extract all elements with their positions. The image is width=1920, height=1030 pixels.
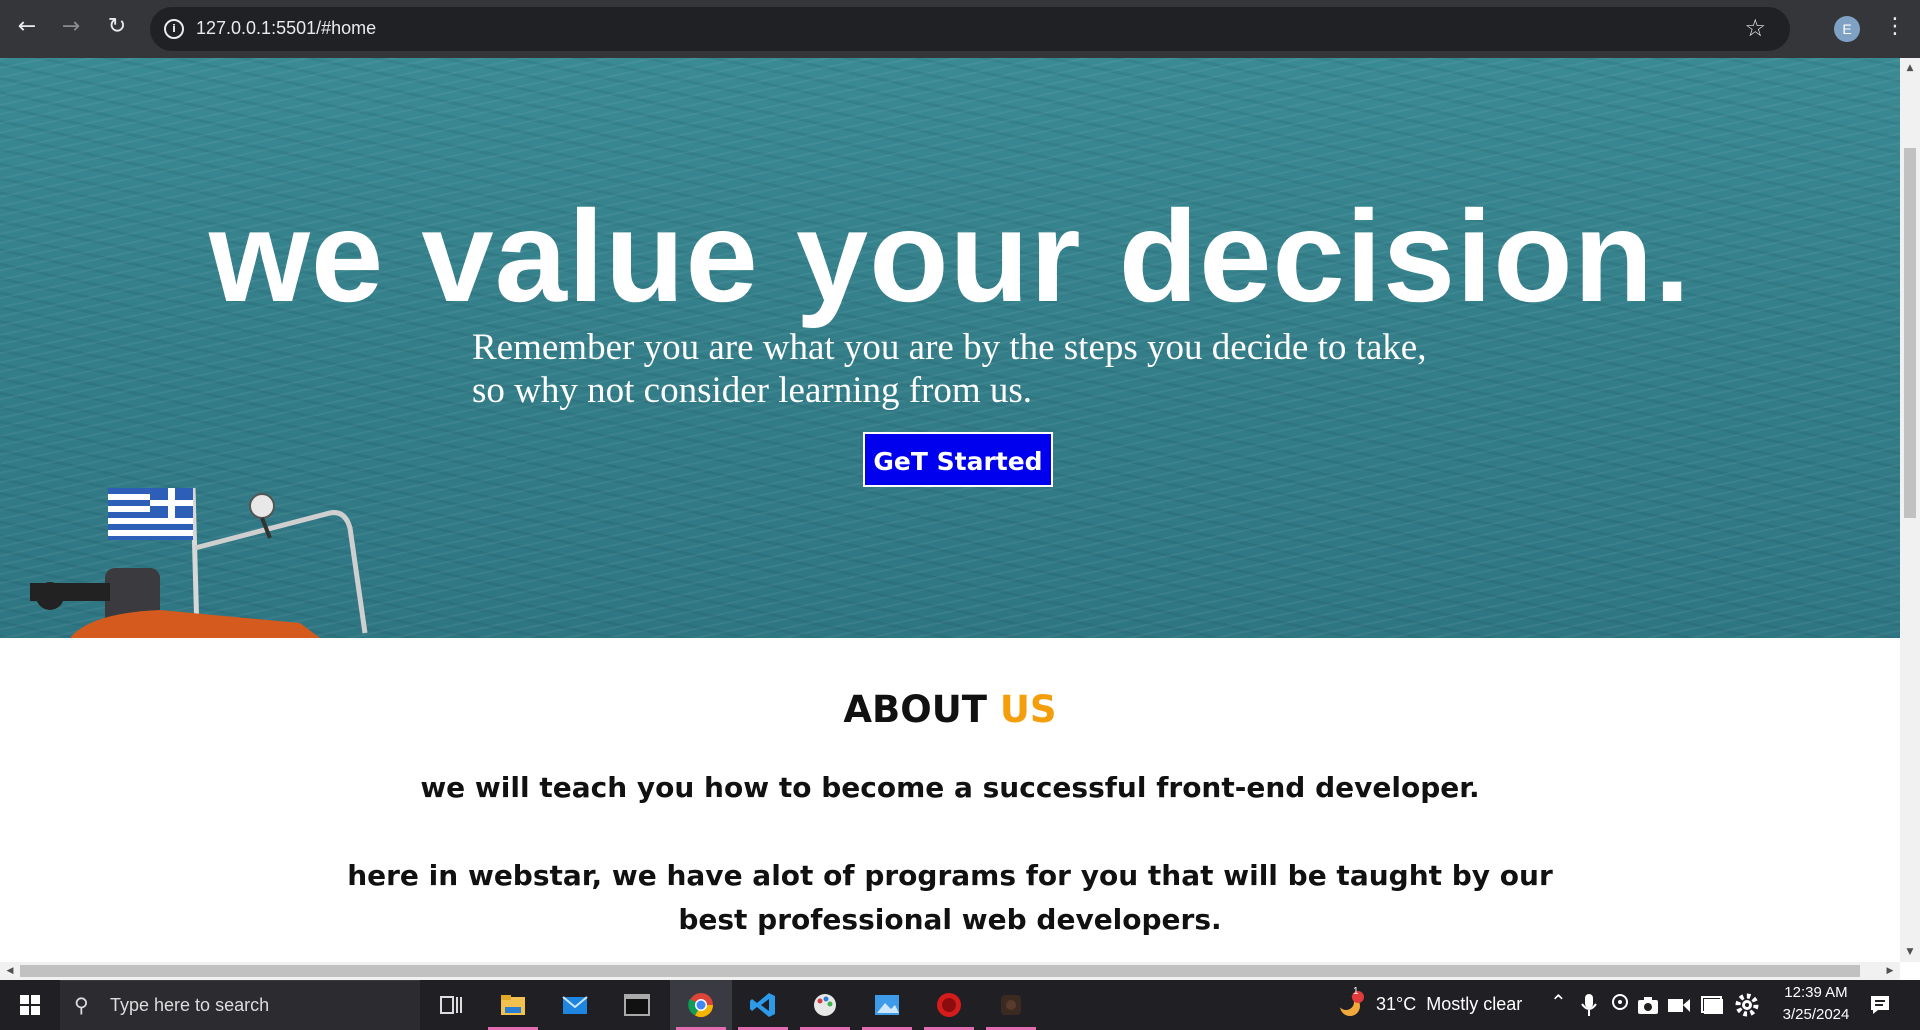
windows-taskbar: ⚲ Type here to search 1 31°C Mostly clea… — [0, 980, 1920, 1030]
hero-subtitle: Remember you are what you are by the ste… — [472, 326, 1472, 412]
folder-icon — [501, 995, 525, 1015]
mail-button[interactable] — [544, 980, 606, 1030]
browser-menu-icon[interactable]: ⋮ — [1884, 12, 1906, 42]
paint-icon — [814, 994, 836, 1016]
about-heading-word: ABOUT — [843, 688, 987, 731]
get-started-button[interactable]: GeT Started — [863, 432, 1053, 487]
task-view-button[interactable] — [420, 980, 482, 1030]
about-text-line3: best professional web developers. — [678, 903, 1222, 936]
photos-icon — [875, 995, 899, 1015]
taskbar-search[interactable]: ⚲ Type here to search — [60, 980, 420, 1030]
bookmark-star-icon[interactable]: ☆ — [1744, 14, 1766, 42]
location-icon[interactable] — [1610, 992, 1636, 1018]
hero-subtitle-line1: Remember you are what you are by the ste… — [472, 327, 1427, 368]
back-arrow-icon[interactable]: ← — [12, 12, 42, 42]
weather-moon-icon[interactable] — [1336, 990, 1366, 1020]
start-button[interactable] — [0, 980, 60, 1030]
paint-button[interactable] — [794, 980, 856, 1030]
mail-icon — [562, 996, 588, 1014]
about-text-line1: we will teach you how to become a succes… — [420, 771, 1480, 804]
clock-date[interactable]: 3/25/2024 — [1778, 1006, 1854, 1023]
url-text[interactable]: 127.0.0.1:5501/#home — [196, 18, 376, 39]
task-view-icon — [440, 996, 462, 1014]
terminal-icon — [624, 994, 650, 1016]
vscode-button[interactable] — [732, 980, 794, 1030]
file-explorer-button[interactable] — [482, 980, 544, 1030]
reload-icon[interactable]: ↻ — [102, 12, 132, 42]
about-text-line2: here in webstar, we have alot of program… — [347, 859, 1553, 892]
photos-button[interactable] — [856, 980, 918, 1030]
about-heading: ABOUT US — [0, 688, 1900, 731]
profile-avatar[interactable]: E — [1834, 16, 1860, 42]
weather-badge: 1 — [1353, 986, 1359, 997]
scroll-right-icon[interactable]: ▶ — [1884, 965, 1896, 977]
flag-icon — [108, 488, 193, 540]
weather-text[interactable]: 31°C Mostly clear — [1376, 994, 1522, 1015]
hero-subtitle-line2: so why not consider learning from us. — [472, 370, 1033, 411]
record-icon — [937, 993, 961, 1017]
boat-image — [30, 487, 368, 638]
site-info-icon[interactable]: i — [164, 19, 184, 39]
hero-title: we value your decision. — [208, 183, 1692, 329]
recorder-button[interactable] — [918, 980, 980, 1030]
hero-section: we value your decision. Remember you are… — [0, 58, 1900, 638]
search-icon: ⚲ — [74, 993, 89, 1017]
windows-logo-icon — [20, 995, 40, 1015]
horizontal-scrollbar[interactable]: ◀ ▶ — [0, 962, 1900, 980]
chevron-up-icon[interactable]: ⌃ — [1550, 990, 1567, 1015]
window-capture-icon[interactable] — [1700, 994, 1726, 1016]
chrome-icon — [688, 993, 713, 1018]
video-icon[interactable] — [1666, 994, 1692, 1016]
search-placeholder: Type here to search — [110, 995, 270, 1015]
obs-button[interactable] — [980, 980, 1042, 1030]
vertical-scrollbar[interactable]: ▲ ▼ — [1900, 58, 1920, 962]
scroll-down-icon[interactable]: ▼ — [1904, 946, 1916, 958]
about-heading-accent: US — [999, 688, 1057, 731]
address-bar[interactable]: i 127.0.0.1:5501/#home ☆ — [150, 7, 1790, 51]
page-viewport: we value your decision. Remember you are… — [0, 58, 1900, 962]
vscode-icon — [750, 993, 775, 1017]
terminal-button[interactable] — [606, 980, 668, 1030]
clock-time[interactable]: 12:39 AM — [1778, 984, 1854, 1001]
browser-toolbar: ← → ↻ i 127.0.0.1:5501/#home ☆ E ⋮ — [0, 0, 1920, 58]
microphone-icon[interactable] — [1580, 992, 1598, 1018]
obs-icon — [1001, 995, 1021, 1015]
camera-icon[interactable] — [1636, 994, 1660, 1016]
vertical-scroll-thumb[interactable] — [1904, 148, 1916, 518]
chrome-button[interactable] — [670, 980, 732, 1030]
horizontal-scroll-thumb[interactable] — [20, 965, 1860, 977]
settings-gear-icon[interactable] — [1734, 992, 1760, 1018]
forward-arrow-icon[interactable]: → — [56, 12, 86, 42]
scroll-left-icon[interactable]: ◀ — [4, 965, 16, 977]
notification-icon[interactable] — [1868, 993, 1892, 1017]
scroll-up-icon[interactable]: ▲ — [1904, 62, 1916, 74]
